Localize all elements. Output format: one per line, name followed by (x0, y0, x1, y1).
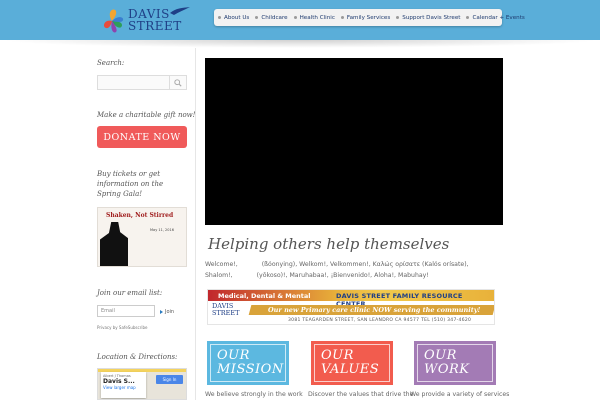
nav-label: Support Davis Street (402, 14, 461, 21)
welcome-line-2: Shalom!, (yōkoso)!, Maruhabaa!, ¡Bienveni… (205, 270, 505, 281)
welcome-text: Welcome!, (ßóonying), Welkom!, Velkommen!… (205, 259, 505, 281)
nav-label: Family Services (346, 14, 391, 21)
logo-line-2: STREET (128, 19, 182, 33)
welcome-fragment: Welcome!, (205, 261, 238, 268)
card-line-1: OUR (217, 348, 250, 363)
arrow-right-icon (160, 310, 163, 314)
map-info-card: Albert J Thomas Davis S... View larger m… (101, 372, 146, 398)
welcome-fragment: (ßóonying), Welkom!, Velkommen!, Καλώς ο… (261, 261, 469, 268)
nav-childcare[interactable]: Childcare (255, 14, 288, 21)
nav-support-davis-street[interactable]: Support Davis Street (396, 15, 460, 21)
donate-prompt: Make a charitable gift now! (97, 111, 196, 119)
join-button[interactable]: Join (160, 309, 174, 315)
banner-services: Medical, Dental & Mental (218, 291, 311, 300)
card-frame: OUR VALUES (314, 344, 390, 382)
card-frame: OUR WORK (417, 344, 493, 382)
banner-address: 3081 TEAGARDEN STREET, SAN LEANDRO CA 94… (288, 318, 472, 323)
page-title: Helping others help themselves (208, 235, 450, 253)
main-nav: About Us Childcare Health Clinic Family … (214, 9, 525, 26)
values-description: Discover the values that drive the (308, 391, 414, 398)
gala-image-date: May 11, 2016 (150, 228, 174, 232)
our-mission-card[interactable]: OUR MISSION (207, 341, 289, 385)
gala-image[interactable]: Shaken, Not Stirred May 11, 2016 (97, 207, 187, 267)
email-field[interactable]: Email (97, 305, 155, 317)
card-line-2: WORK (424, 362, 470, 377)
gala-text[interactable]: Buy tickets or get information on the Sp… (97, 169, 187, 199)
search-icon (174, 78, 182, 87)
card-frame: OUR MISSION (210, 344, 286, 382)
card-line-1: OUR (321, 348, 354, 363)
mission-description: We believe strongly in the work (205, 391, 303, 398)
bullet-icon (255, 16, 259, 19)
privacy-note[interactable]: Privacy by SafeSubscribe (97, 325, 147, 330)
our-values-card[interactable]: OUR VALUES (311, 341, 393, 385)
banner-stripe-text: Our new Primary care clinic NOW serving … (268, 306, 481, 314)
bullet-icon (293, 16, 297, 19)
join-label: Join (165, 309, 175, 315)
location-label: Location & Directions: (97, 353, 178, 361)
welcome-fragment: (yōkoso)!, Maruhabaa!, ¡Bienvenido!, Alo… (256, 272, 429, 279)
bullet-icon (466, 16, 470, 19)
nav-label: About Us (224, 14, 250, 21)
header-shadow (0, 40, 600, 48)
card-line-2: VALUES (321, 362, 380, 377)
bullet-icon (340, 16, 344, 19)
column-divider (195, 48, 196, 400)
location-map[interactable]: Albert J Thomas Davis S... View larger m… (97, 368, 187, 400)
welcome-line-1: Welcome!, (ßóonying), Welkom!, Velkommen!… (205, 259, 505, 270)
nav-health-clinic[interactable]: Health Clinic (293, 14, 335, 21)
card-line-1: OUR (424, 348, 457, 363)
welcome-fragment: Shalom!, (205, 272, 233, 279)
nav-calendar-events[interactable]: Calendar + Events (466, 14, 525, 21)
work-description: We provide a variety of services (410, 391, 510, 398)
gala-silhouette (100, 222, 128, 266)
banner-logo: DAVIS STREET (212, 303, 240, 316)
email-list-label: Join our email list: (97, 289, 163, 297)
nav-label: Calendar + Events (472, 14, 525, 21)
map-card-title: Davis S... (103, 378, 135, 385)
video-player[interactable] (205, 58, 503, 225)
clinic-banner[interactable]: Medical, Dental & Mental DAVIS STREET FA… (207, 289, 495, 325)
nav-label: Health Clinic (299, 14, 335, 21)
map-larger-link[interactable]: View larger map (103, 385, 144, 390)
search-button[interactable] (169, 76, 186, 89)
logo-leaves-icon (104, 9, 124, 33)
map-sign-in-button[interactable]: Sign In (156, 375, 183, 384)
search-input[interactable] (97, 75, 187, 90)
bullet-icon (396, 16, 400, 19)
donate-button[interactable]: DONATE NOW (97, 126, 187, 148)
nav-about-us[interactable]: About Us (218, 15, 249, 21)
bullet-icon (218, 16, 221, 19)
gala-image-title: Shaken, Not Stirred (106, 212, 174, 219)
card-line-2: MISSION (217, 362, 284, 377)
logo-bird-icon (170, 7, 190, 15)
nav-family-services[interactable]: Family Services (340, 14, 391, 21)
nav-label: Childcare (261, 14, 288, 21)
our-work-card[interactable]: OUR WORK (414, 341, 496, 385)
site-logo[interactable]: DAVIS STREET (98, 5, 198, 35)
search-label: Search: (97, 59, 125, 67)
banner-logo-line-2: STREET (212, 308, 240, 317)
